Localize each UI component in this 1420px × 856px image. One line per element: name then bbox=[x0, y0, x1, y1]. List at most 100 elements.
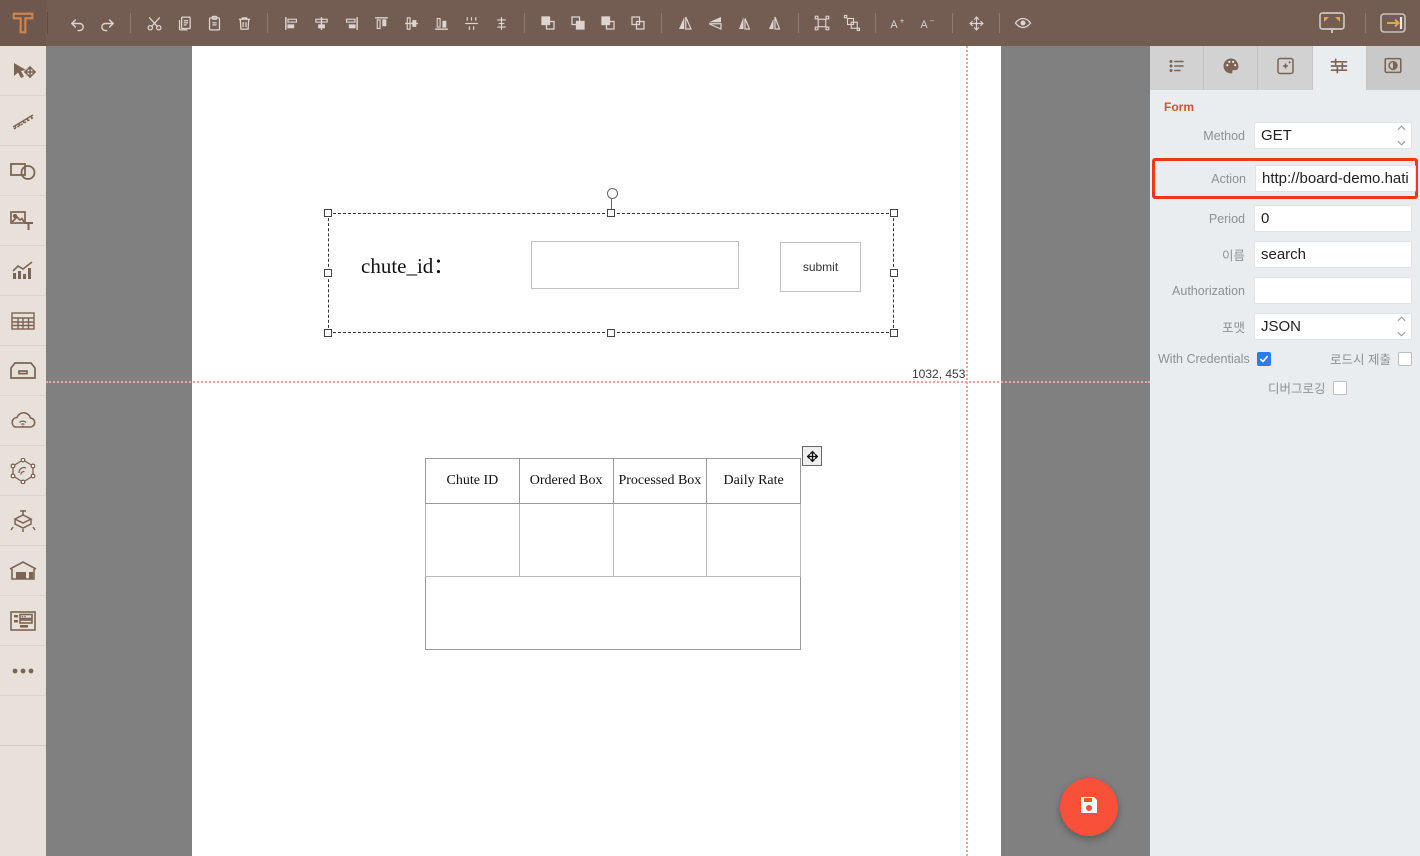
method-select[interactable]: GET bbox=[1254, 122, 1412, 149]
rotation-handle[interactable] bbox=[607, 188, 618, 199]
align-bottom-icon[interactable] bbox=[428, 8, 454, 38]
resize-handle-w[interactable] bbox=[324, 269, 332, 277]
resize-handle-nw[interactable] bbox=[324, 209, 332, 217]
sidebar-item-3d[interactable] bbox=[0, 496, 46, 546]
font-increase-icon[interactable]: A + bbox=[886, 8, 912, 38]
save-fab-button[interactable] bbox=[1060, 778, 1118, 836]
format-select[interactable]: JSON bbox=[1254, 313, 1412, 340]
sidebar-item-container[interactable] bbox=[0, 346, 46, 396]
submit-on-load-checkbox[interactable] bbox=[1398, 351, 1412, 366]
period-field-row: Period 0 bbox=[1150, 205, 1420, 232]
panel-tabs bbox=[1150, 46, 1420, 90]
rotate-left-icon[interactable] bbox=[732, 8, 758, 38]
font-decrease-icon[interactable]: A − bbox=[916, 8, 942, 38]
list-icon bbox=[1167, 57, 1187, 80]
bring-forward-icon[interactable] bbox=[565, 8, 591, 38]
send-to-back-icon[interactable] bbox=[625, 8, 651, 38]
fullscreen-monitor-icon[interactable] bbox=[1311, 6, 1353, 40]
tab-contrast[interactable] bbox=[1366, 46, 1420, 90]
toolbar-divider bbox=[952, 13, 953, 33]
align-right-icon[interactable] bbox=[338, 8, 364, 38]
tab-data-settings[interactable] bbox=[1312, 46, 1367, 90]
chute-table[interactable]: Chute ID Ordered Box Processed Box Daily… bbox=[425, 458, 801, 650]
resize-handle-se[interactable] bbox=[890, 329, 898, 337]
debug-logging-checkbox[interactable] bbox=[1332, 380, 1347, 395]
table-cell[interactable] bbox=[518, 503, 614, 577]
sidebar-item-warehouse[interactable] bbox=[0, 546, 46, 596]
delete-icon[interactable] bbox=[231, 8, 257, 38]
chute-id-input[interactable] bbox=[531, 241, 739, 289]
format-field-row: 포맷 JSON bbox=[1150, 313, 1420, 340]
sidebar-item-line[interactable] bbox=[0, 96, 46, 146]
cut-icon[interactable] bbox=[141, 8, 167, 38]
authorization-input[interactable] bbox=[1254, 277, 1412, 304]
name-input[interactable]: search bbox=[1254, 241, 1412, 268]
period-input[interactable]: 0 bbox=[1254, 205, 1412, 232]
sidebar-item-more[interactable] bbox=[0, 646, 46, 696]
align-center-horizontal-icon[interactable] bbox=[308, 8, 334, 38]
paste-icon[interactable] bbox=[201, 8, 227, 38]
resize-handle-e[interactable] bbox=[890, 269, 898, 277]
sidebar-item-select-move[interactable] bbox=[0, 46, 46, 96]
with-credentials-checkbox[interactable] bbox=[1256, 351, 1271, 366]
redo-icon[interactable] bbox=[94, 8, 120, 38]
sidebar-item-cloud[interactable] bbox=[0, 396, 46, 446]
method-stepper[interactable] bbox=[1396, 125, 1407, 146]
ungroup-icon[interactable] bbox=[839, 8, 865, 38]
copy-icon[interactable] bbox=[171, 8, 197, 38]
bring-to-front-icon[interactable] bbox=[535, 8, 561, 38]
form-widget-selected[interactable]: chute_id： submit bbox=[328, 213, 894, 333]
rotate-right-icon[interactable] bbox=[762, 8, 788, 38]
canvas-area[interactable]: 1032, 453 chute_id： submit Chute ID Orde… bbox=[46, 46, 1150, 856]
collapse-panel-icon[interactable] bbox=[1372, 6, 1414, 40]
distribute-horizontal-icon[interactable] bbox=[458, 8, 484, 38]
tab-effects[interactable] bbox=[1258, 46, 1313, 90]
table-header-row: Chute ID Ordered Box Processed Box Daily… bbox=[425, 458, 801, 504]
sidebar-item-network[interactable] bbox=[0, 446, 46, 496]
network-node-icon bbox=[9, 457, 37, 484]
sidebar-item-shapes[interactable] bbox=[0, 146, 46, 196]
logo-t-icon bbox=[12, 12, 34, 34]
app-logo[interactable] bbox=[0, 0, 46, 46]
table-row[interactable] bbox=[425, 503, 801, 577]
sidebar-item-form[interactable] bbox=[0, 596, 46, 646]
svg-text:−: − bbox=[930, 16, 935, 25]
align-left-icon[interactable] bbox=[278, 8, 304, 38]
tab-properties-list[interactable] bbox=[1150, 46, 1205, 90]
table-cell-merged[interactable] bbox=[425, 576, 801, 650]
toolbar-divider bbox=[130, 13, 131, 33]
submit-on-load-label: 로드시 제출 bbox=[1330, 353, 1391, 367]
table-widget[interactable]: Chute ID Ordered Box Processed Box Daily… bbox=[425, 446, 822, 650]
resize-handle-s[interactable] bbox=[607, 329, 615, 337]
sidebar-item-table[interactable] bbox=[0, 296, 46, 346]
tab-style-palette[interactable] bbox=[1204, 46, 1259, 90]
align-top-icon[interactable] bbox=[368, 8, 394, 38]
send-backward-icon[interactable] bbox=[595, 8, 621, 38]
submit-button[interactable]: submit bbox=[780, 242, 861, 292]
checkbox-row-1: With Credentials 로드시 제출 bbox=[1150, 349, 1420, 368]
action-input[interactable]: http://board-demo.hati bbox=[1255, 165, 1416, 192]
move-icon[interactable] bbox=[963, 8, 989, 38]
resize-handle-sw[interactable] bbox=[324, 329, 332, 337]
format-stepper[interactable] bbox=[1396, 316, 1407, 337]
canvas-page[interactable] bbox=[192, 46, 1001, 856]
table-cell[interactable] bbox=[706, 503, 801, 577]
table-move-handle[interactable] bbox=[802, 446, 822, 466]
undo-icon[interactable] bbox=[64, 8, 90, 38]
resize-handle-n[interactable] bbox=[607, 209, 615, 217]
flip-vertical-icon[interactable] bbox=[702, 8, 728, 38]
shapes-icon bbox=[9, 160, 37, 182]
method-label: Method bbox=[1203, 128, 1245, 143]
resize-handle-ne[interactable] bbox=[890, 209, 898, 217]
group-icon[interactable] bbox=[809, 8, 835, 38]
table-cell[interactable] bbox=[612, 503, 708, 577]
sidebar-item-media-text[interactable] bbox=[0, 196, 46, 246]
align-middle-icon[interactable] bbox=[398, 8, 424, 38]
sidebar-item-chart[interactable] bbox=[0, 246, 46, 296]
distribute-vertical-icon[interactable] bbox=[488, 8, 514, 38]
preview-eye-icon[interactable] bbox=[1010, 8, 1036, 38]
table-footer-row[interactable] bbox=[425, 576, 801, 650]
table-cell[interactable] bbox=[425, 503, 520, 577]
toolbar-divider bbox=[999, 13, 1000, 33]
flip-horizontal-icon[interactable] bbox=[672, 8, 698, 38]
